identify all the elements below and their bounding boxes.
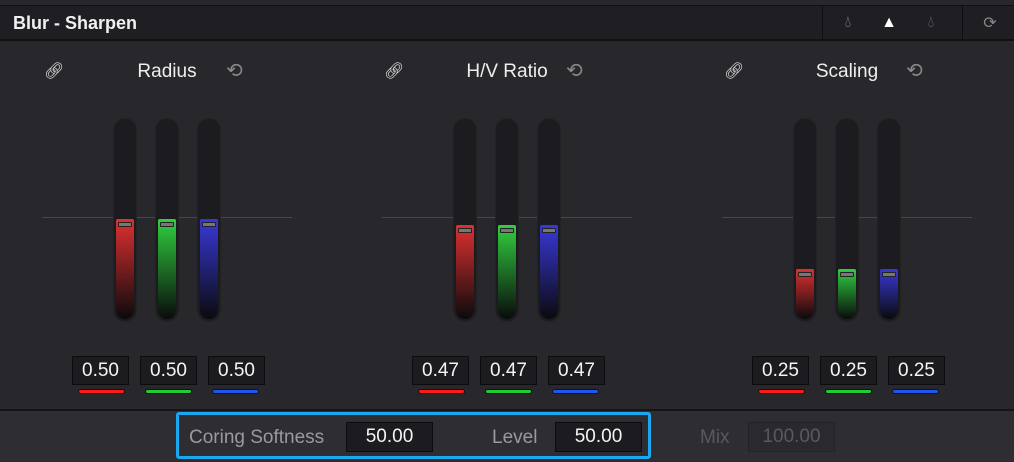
red-slider-handle[interactable] xyxy=(458,228,472,233)
blue-slider[interactable] xyxy=(877,118,901,322)
blue-slider-handle[interactable] xyxy=(542,228,556,233)
green-slider-handle[interactable] xyxy=(500,228,514,233)
blur-drop-icon[interactable]: 💧︎ xyxy=(839,14,857,32)
green-value-input[interactable]: 0.50 xyxy=(140,356,197,385)
red-slider-handle[interactable] xyxy=(798,272,812,277)
red-value-input[interactable]: 0.25 xyxy=(752,356,809,385)
red-value-input[interactable]: 0.50 xyxy=(72,356,129,385)
group-h-v-ratio: 🔗︎ H/V Ratio ⟲ 0.47 0.47 0.47 xyxy=(340,41,680,409)
group-label: Scaling xyxy=(815,61,879,82)
green-slider-handle[interactable] xyxy=(840,272,854,277)
red-channel-indicator xyxy=(418,389,465,394)
blue-slider-handle[interactable] xyxy=(882,272,896,277)
blue-value-input[interactable]: 0.25 xyxy=(888,356,945,385)
red-slider[interactable] xyxy=(793,118,817,322)
reset-icon[interactable]: ⟲ xyxy=(906,58,923,83)
blue-channel-indicator xyxy=(552,389,599,394)
mist-drop-icon[interactable]: 💧︎ xyxy=(922,14,940,32)
blue-slider-fill xyxy=(200,219,218,319)
group-label: H/V Ratio xyxy=(466,61,548,82)
level-input[interactable]: 50.00 xyxy=(555,422,642,452)
green-slider-handle[interactable] xyxy=(160,222,174,227)
panel-title: Blur - Sharpen xyxy=(13,13,138,33)
blue-slider[interactable] xyxy=(197,118,221,322)
coring-softness-label: Coring Softness xyxy=(189,427,325,448)
green-slider-fill xyxy=(498,225,516,319)
divider xyxy=(962,6,963,41)
coring-softness-input[interactable]: 50.00 xyxy=(346,422,433,452)
red-slider-fill xyxy=(456,225,474,319)
mix-input[interactable]: 100.00 xyxy=(748,422,835,452)
blue-slider[interactable] xyxy=(537,118,561,322)
green-slider[interactable] xyxy=(835,118,859,322)
blue-channel-indicator xyxy=(892,389,939,394)
blue-slider-fill xyxy=(540,225,558,319)
red-slider[interactable] xyxy=(453,118,477,322)
green-value-input[interactable]: 0.47 xyxy=(480,356,537,385)
group-label: Radius xyxy=(137,61,197,82)
title-bar: Blur - Sharpen 💧︎ ▲ 💧︎ ⟳ xyxy=(0,6,1014,41)
green-slider[interactable] xyxy=(495,118,519,322)
blue-value-input[interactable]: 0.47 xyxy=(548,356,605,385)
sharpen-triangle-icon[interactable]: ▲ xyxy=(880,14,898,32)
reset-all-icon[interactable]: ⟳ xyxy=(981,14,999,32)
red-channel-indicator xyxy=(758,389,805,394)
green-slider-fill xyxy=(158,219,176,319)
blue-slider-handle[interactable] xyxy=(202,222,216,227)
mix-label: Mix xyxy=(700,427,730,448)
green-slider[interactable] xyxy=(155,118,179,322)
blue-value-input[interactable]: 0.50 xyxy=(208,356,265,385)
red-slider-handle[interactable] xyxy=(118,222,132,227)
green-channel-indicator xyxy=(145,389,192,394)
red-slider-fill xyxy=(116,219,134,319)
red-value-input[interactable]: 0.47 xyxy=(412,356,469,385)
divider xyxy=(822,6,823,41)
blue-channel-indicator xyxy=(212,389,259,394)
red-slider[interactable] xyxy=(113,118,137,322)
level-label: Level xyxy=(492,427,538,448)
green-value-input[interactable]: 0.25 xyxy=(820,356,877,385)
reset-icon[interactable]: ⟲ xyxy=(566,58,583,83)
green-channel-indicator xyxy=(485,389,532,394)
group-radius: 🔗︎ Radius ⟲ 0.50 0.50 0.50 xyxy=(0,41,340,409)
group-scaling: 🔗︎ Scaling ⟲ 0.25 0.25 0.25 xyxy=(680,41,1014,409)
reset-icon[interactable]: ⟲ xyxy=(226,58,243,83)
red-channel-indicator xyxy=(78,389,125,394)
green-channel-indicator xyxy=(825,389,872,394)
